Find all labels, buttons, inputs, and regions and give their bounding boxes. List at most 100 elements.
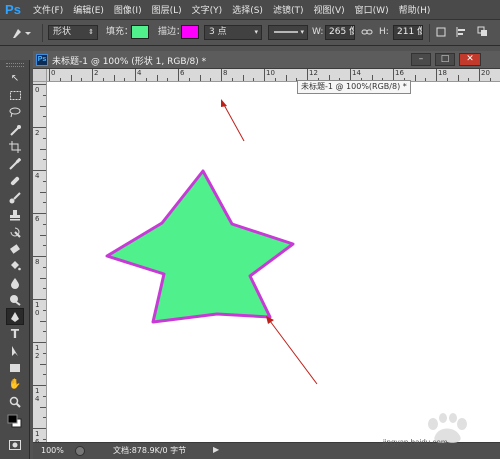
ruler-label: 1 6 bbox=[35, 430, 40, 442]
document-tab[interactable]: Ps 未标题-1 @ 100% (形状 1, RGB/8) * – □ ✕ bbox=[33, 51, 500, 69]
color-swatches-icon[interactable] bbox=[6, 412, 24, 429]
stroke-width-value: 3 点 bbox=[209, 27, 227, 37]
menu-bar: Ps 文件(F) 编辑(E) 图像(I) 图层(L) 文字(Y) 选择(S) 滤… bbox=[0, 0, 500, 20]
ruler-major-tick bbox=[33, 299, 46, 300]
watermark-text: jingyan.baidu.com bbox=[383, 438, 448, 447]
mode-value: 形状 bbox=[53, 27, 72, 37]
dodge-tool-icon[interactable] bbox=[6, 291, 24, 308]
ruler-label: 4 bbox=[35, 172, 40, 180]
hand-tool-icon[interactable]: ✋ bbox=[6, 376, 24, 393]
path-arrangement-icon[interactable] bbox=[476, 25, 490, 39]
path-operations-icon[interactable] bbox=[434, 25, 448, 39]
pen-tool-icon bbox=[13, 28, 31, 38]
menu-window[interactable]: 窗口(W) bbox=[355, 3, 389, 16]
toolbox: ↖ T ✋ bbox=[0, 60, 30, 459]
ruler-major-tick bbox=[479, 69, 480, 81]
canvas-area[interactable] bbox=[47, 82, 500, 442]
status-menu-arrow-icon[interactable]: ▶ bbox=[213, 445, 219, 454]
vertical-ruler[interactable]: 0 2 4 6 8 1 0 1 2 1 4 1 6 bbox=[33, 82, 47, 442]
pen-tool-icon[interactable] bbox=[6, 308, 24, 325]
marquee-tool-icon[interactable] bbox=[6, 87, 24, 104]
stroke-line-icon bbox=[274, 31, 298, 33]
maximize-button[interactable]: □ bbox=[435, 53, 455, 66]
menu-filter[interactable]: 滤镜(T) bbox=[273, 3, 304, 16]
stroke-width-field[interactable]: 3 点 ▾ bbox=[204, 25, 262, 40]
document-tooltip: 未标题-1 @ 100%(RGB/8) * bbox=[297, 80, 411, 94]
menu-type[interactable]: 文字(Y) bbox=[192, 3, 223, 16]
ruler-label: 8 bbox=[223, 69, 228, 77]
menu-image[interactable]: 图像(I) bbox=[114, 3, 142, 16]
star-shape[interactable] bbox=[105, 169, 295, 324]
document-window: Ps 未标题-1 @ 100% (形状 1, RGB/8) * – □ ✕ 0 2… bbox=[33, 51, 500, 459]
quick-mask-icon[interactable] bbox=[6, 436, 24, 453]
zoom-tool-icon[interactable] bbox=[6, 393, 24, 410]
canvas[interactable] bbox=[47, 82, 500, 442]
baidu-jingyan-watermark: jingyan.baidu.com bbox=[355, 402, 495, 452]
document-info[interactable]: 文档:878.9K/0 字节 bbox=[113, 445, 186, 457]
menu-edit[interactable]: 编辑(E) bbox=[73, 3, 104, 16]
path-selection-tool-icon[interactable] bbox=[6, 342, 24, 359]
close-button[interactable]: ✕ bbox=[459, 53, 481, 66]
separator bbox=[429, 24, 430, 42]
separator bbox=[42, 24, 43, 42]
width-field[interactable]: 265 像 bbox=[325, 25, 355, 40]
ruler-major-tick bbox=[221, 69, 222, 81]
menu-layer[interactable]: 图层(L) bbox=[152, 3, 182, 16]
type-tool-icon[interactable]: T bbox=[6, 325, 24, 342]
canvas-drawing bbox=[105, 99, 318, 385]
ruler-minor-tick bbox=[199, 75, 201, 81]
menu-view[interactable]: 视图(V) bbox=[313, 3, 344, 16]
ruler-major-tick bbox=[49, 69, 50, 81]
ruler-label: 6 bbox=[180, 69, 185, 77]
status-info-icon[interactable] bbox=[75, 446, 85, 456]
crop-tool-icon[interactable] bbox=[6, 138, 24, 155]
ruler-label: 14 bbox=[352, 69, 361, 77]
ruler-minor-tick bbox=[40, 320, 46, 322]
ruler-minor-tick bbox=[156, 75, 158, 81]
fill-label: 填充： bbox=[106, 27, 134, 37]
link-icon[interactable] bbox=[360, 25, 374, 39]
brush-tool-icon[interactable] bbox=[6, 189, 24, 206]
ruler-origin[interactable] bbox=[33, 69, 47, 82]
ruler-label: 1 4 bbox=[35, 387, 40, 403]
clone-stamp-tool-icon[interactable] bbox=[6, 206, 24, 223]
toolbox-grip[interactable] bbox=[6, 63, 24, 67]
rectangle-tool-icon[interactable] bbox=[6, 359, 24, 376]
blur-tool-icon[interactable] bbox=[6, 274, 24, 291]
ruler-label: 18 bbox=[438, 69, 447, 77]
ruler-major-tick bbox=[33, 385, 46, 386]
menu-file[interactable]: 文件(F) bbox=[33, 3, 63, 16]
tool-preset-picker[interactable] bbox=[6, 25, 36, 40]
height-field[interactable]: 211 像 bbox=[393, 25, 423, 40]
eyedropper-tool-icon[interactable] bbox=[6, 155, 24, 172]
mode-dropdown[interactable]: 形状 ⇕ bbox=[48, 25, 98, 40]
width-label: W: bbox=[312, 27, 324, 37]
updown-icon: ⇕ bbox=[88, 28, 94, 36]
minimize-button[interactable]: – bbox=[411, 53, 431, 66]
ruler-minor-tick bbox=[40, 191, 46, 193]
horizontal-ruler[interactable]: 0 2 4 6 8 10 12 14 16 18 20 bbox=[47, 69, 500, 82]
ruler-label: 12 bbox=[309, 69, 318, 77]
fill-color-swatch[interactable] bbox=[131, 25, 149, 39]
ruler-label: 8 bbox=[35, 258, 40, 266]
menu-help[interactable]: 帮助(H) bbox=[399, 3, 431, 16]
stroke-type-dropdown[interactable]: ▾ bbox=[268, 25, 308, 40]
eraser-tool-icon[interactable] bbox=[6, 240, 24, 257]
ruler-minor-tick bbox=[40, 363, 46, 365]
history-brush-tool-icon[interactable] bbox=[6, 223, 24, 240]
ruler-major-tick bbox=[92, 69, 93, 81]
ruler-label: 2 bbox=[94, 69, 99, 77]
path-alignment-icon[interactable] bbox=[454, 25, 468, 39]
stroke-color-swatch[interactable] bbox=[181, 25, 199, 39]
ruler-label: 1 0 bbox=[35, 301, 40, 317]
zoom-level-field[interactable]: 100% bbox=[41, 445, 71, 457]
lasso-tool-icon[interactable] bbox=[6, 104, 24, 121]
quick-selection-tool-icon[interactable] bbox=[6, 121, 24, 138]
ruler-major-tick bbox=[33, 170, 46, 171]
paint-bucket-tool-icon[interactable] bbox=[6, 257, 24, 274]
ruler-minor-tick bbox=[40, 406, 46, 408]
move-tool-icon[interactable]: ↖ bbox=[6, 70, 24, 87]
ruler-minor-tick bbox=[40, 105, 46, 107]
menu-select[interactable]: 选择(S) bbox=[232, 3, 263, 16]
healing-brush-tool-icon[interactable] bbox=[6, 172, 24, 189]
